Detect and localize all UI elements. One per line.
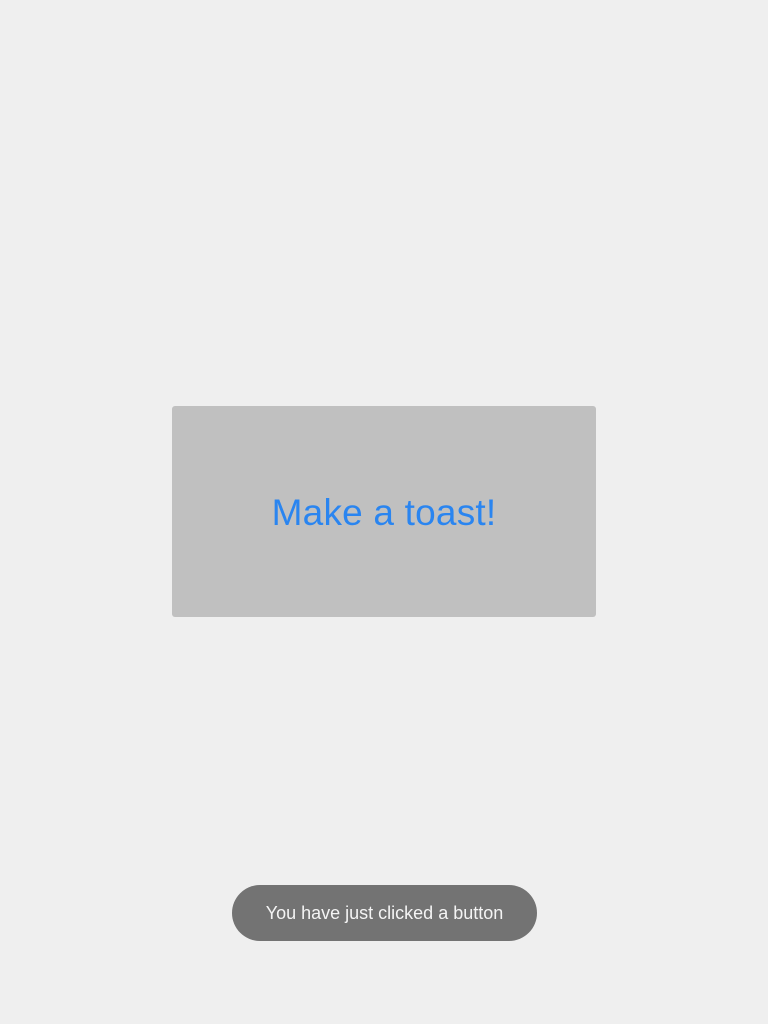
toast-message: You have just clicked a button bbox=[265, 903, 504, 923]
make-toast-button-label: Make a toast! bbox=[271, 492, 497, 533]
make-toast-button[interactable]: Make a toast! bbox=[172, 406, 596, 617]
app-screen: Make a toast! You have just clicked a bu… bbox=[0, 0, 768, 1024]
toast-notification: You have just clicked a button bbox=[232, 885, 537, 941]
